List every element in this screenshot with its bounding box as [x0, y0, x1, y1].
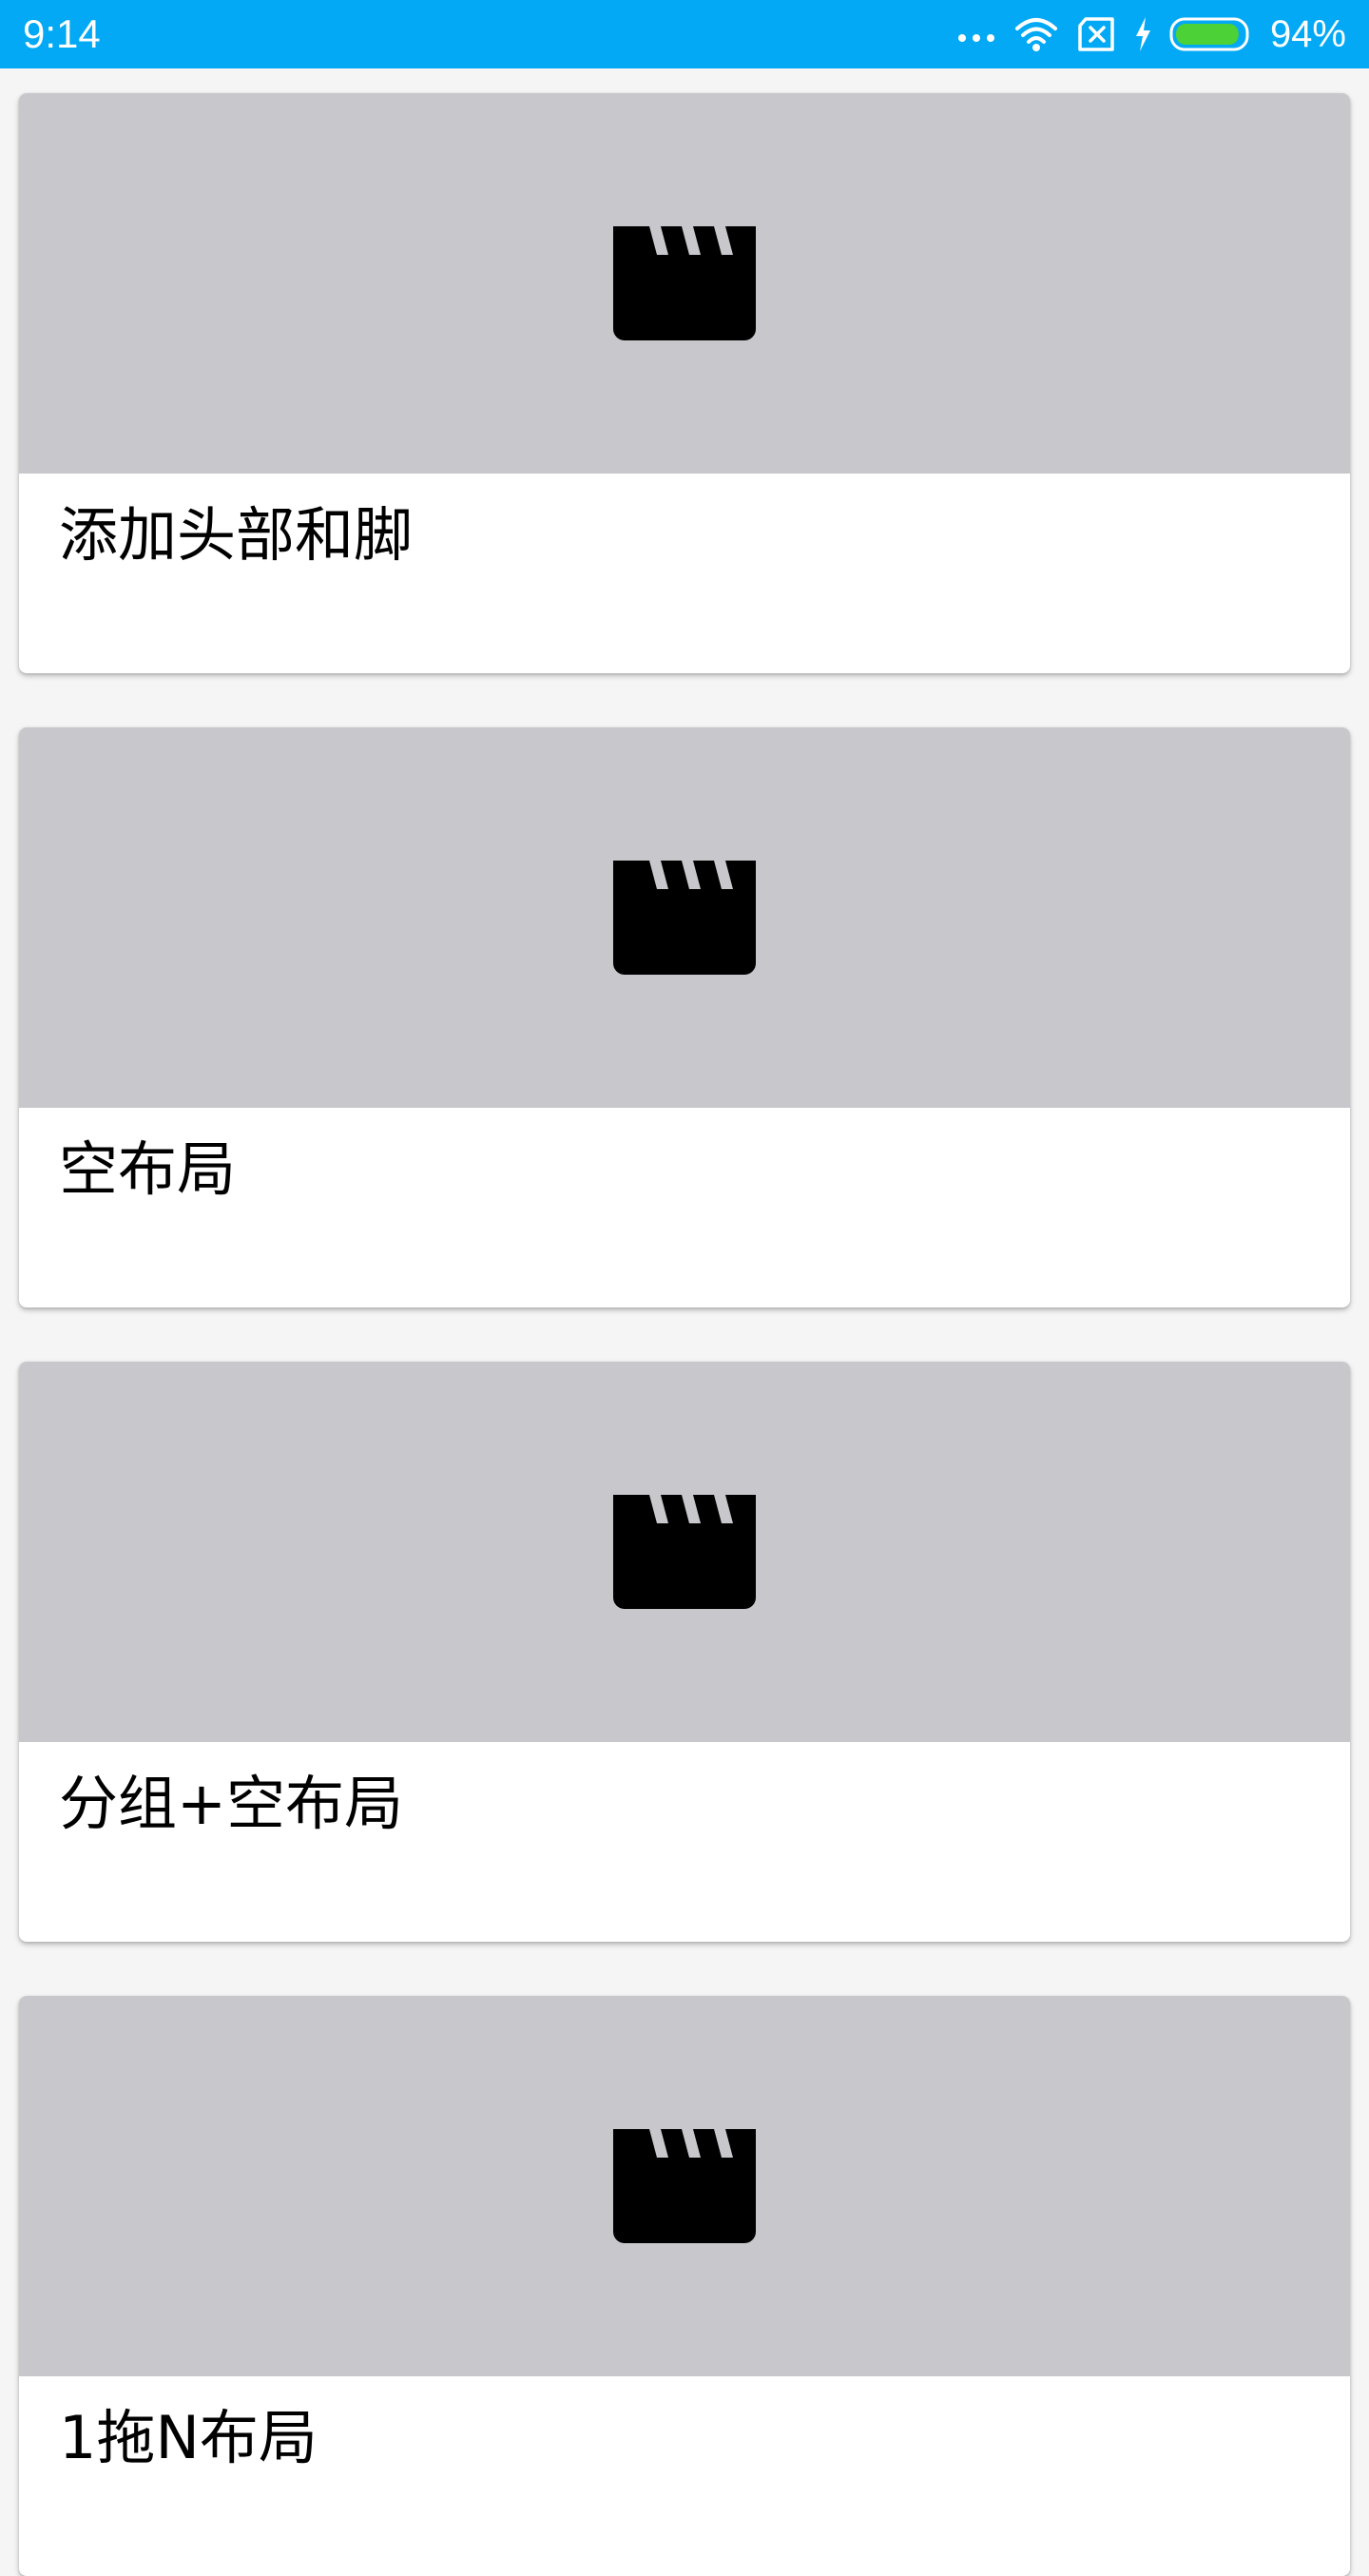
- movie-clapper-icon: [613, 1495, 756, 1609]
- list-item[interactable]: 空布局: [19, 727, 1350, 1307]
- movie-clapper-icon: [613, 226, 756, 340]
- wifi-icon: [1013, 15, 1059, 53]
- list-item[interactable]: 分组+空布局: [19, 1362, 1350, 1942]
- list-item[interactable]: 1拖N布局: [19, 1996, 1350, 2576]
- card-media: [19, 93, 1350, 474]
- no-sim-icon: [1076, 16, 1116, 52]
- card-title: 分组+空布局: [59, 1769, 403, 1838]
- movie-clapper-icon: [613, 861, 756, 975]
- status-bar: 9:14 94%: [0, 0, 1369, 68]
- list-item[interactable]: 添加头部和脚: [19, 93, 1350, 673]
- more-dots-icon: [956, 25, 996, 44]
- status-time: 9:14: [23, 11, 101, 56]
- battery-percent: 94%: [1269, 13, 1346, 55]
- card-title: 空布局: [59, 1134, 237, 1204]
- card-media: [19, 727, 1350, 1108]
- status-icons: 94%: [956, 0, 1346, 68]
- movie-clapper-icon: [613, 2129, 756, 2243]
- charging-icon: [1133, 15, 1152, 53]
- card-media: [19, 1996, 1350, 2376]
- card-title: 添加头部和脚: [59, 500, 414, 570]
- card-title: 1拖N布局: [59, 2403, 318, 2472]
- card-media: [19, 1362, 1350, 1742]
- battery-icon: [1169, 15, 1253, 53]
